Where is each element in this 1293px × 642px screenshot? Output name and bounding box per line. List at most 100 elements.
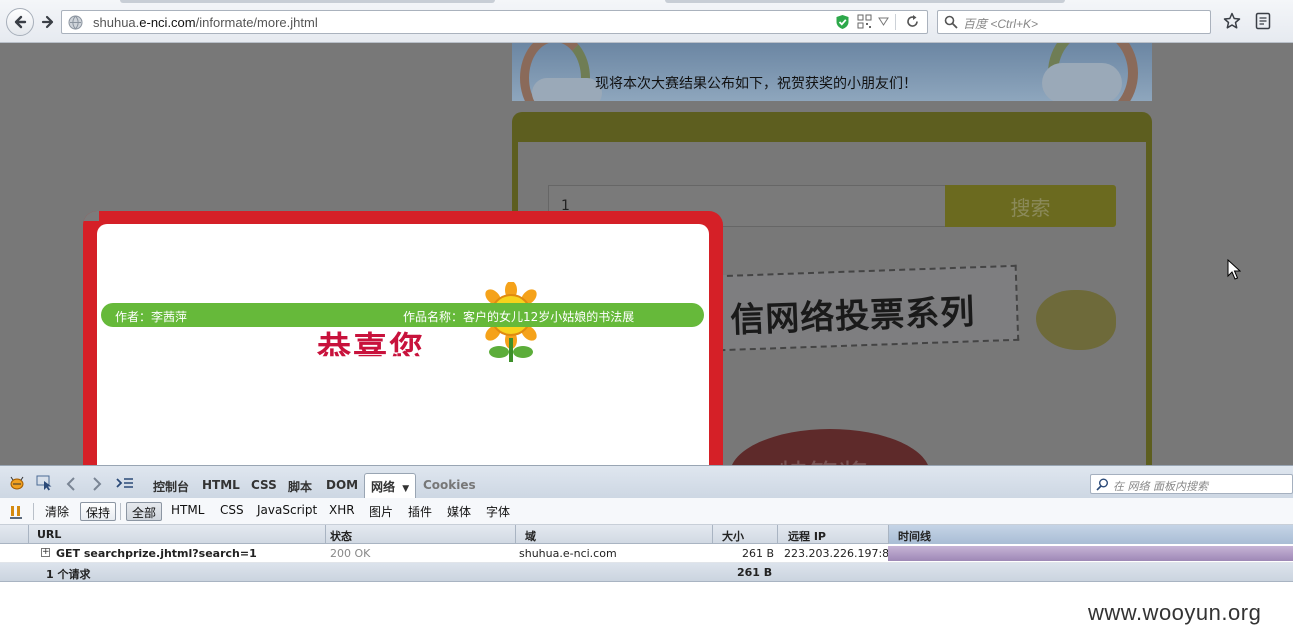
- results-notice: 现将本次大赛结果公布如下，祝贺获奖的小朋友们！: [595, 76, 917, 92]
- firebug-tab-bar: 控制台 HTML CSS 脚本 DOM 网络 ▼ Cookies 在 网络 面板…: [0, 465, 1293, 499]
- tab-strip: [0, 0, 1293, 3]
- author-label: 作者：李茜萍: [115, 310, 188, 324]
- timeline-bar: [888, 546, 1293, 561]
- toolbar-separator: [120, 503, 121, 520]
- vote-banner-text: 信网络投票系列: [729, 292, 976, 341]
- bird-illustration: [1036, 290, 1116, 350]
- search-bar[interactable]: 百度 <Ctrl+K>: [937, 10, 1211, 34]
- search-button[interactable]: 搜索: [945, 185, 1116, 227]
- request-url: GET searchprize.jhtml?search=1: [56, 547, 257, 560]
- reading-list-icon[interactable]: [1255, 12, 1271, 30]
- column-url[interactable]: URL: [37, 528, 61, 541]
- column-separator[interactable]: [325, 525, 326, 544]
- browser-tab[interactable]: [120, 0, 495, 3]
- congrats-modal: 恭喜您: [83, 211, 723, 467]
- qr-code-icon[interactable]: [857, 14, 872, 29]
- arrow-left-icon: [14, 15, 27, 29]
- expand-icon[interactable]: +: [41, 548, 50, 557]
- inspect-element-icon[interactable]: [36, 475, 54, 491]
- mouse-cursor-icon: [1227, 259, 1241, 280]
- browser-toolbar: shuhua.e-nci.com/informate/more.jhtml 百度…: [0, 0, 1293, 43]
- firebug-icon[interactable]: [9, 476, 25, 490]
- tab-script[interactable]: 脚本: [288, 478, 312, 495]
- reload-icon[interactable]: [905, 14, 920, 29]
- artwork-info-bar: 作者：李茜萍 作品名称：客户的女儿12岁小姑娘的书法展: [101, 303, 704, 327]
- column-domain[interactable]: 域: [525, 528, 536, 544]
- toolbar-separator: [33, 503, 34, 520]
- address-bar[interactable]: shuhua.e-nci.com/informate/more.jhtml: [61, 10, 928, 34]
- column-timeline[interactable]: 时间线: [898, 528, 931, 544]
- search-icon: [944, 15, 958, 29]
- dropdown-triangle-icon[interactable]: [878, 17, 889, 27]
- tab-console[interactable]: 控制台: [153, 478, 189, 495]
- filter-all-button[interactable]: 全部: [126, 502, 163, 521]
- request-size: 261 B: [742, 547, 775, 560]
- persist-button[interactable]: 保持: [80, 502, 117, 521]
- history-forward-icon[interactable]: [92, 477, 102, 491]
- tab-dom[interactable]: DOM: [326, 478, 358, 492]
- column-separator[interactable]: [888, 525, 889, 544]
- network-toolbar: 清除 保持 全部 HTML CSS JavaScript XHR 图片 插件 媒…: [0, 498, 1293, 525]
- tab-network[interactable]: 网络 ▼: [364, 473, 417, 499]
- table-row[interactable]: + GET searchprize.jhtml?search=1 200 OK …: [0, 544, 1293, 563]
- column-remote-ip[interactable]: 远程 IP: [788, 528, 826, 544]
- column-separator[interactable]: [28, 525, 29, 544]
- prize-label: 特等奖: [778, 451, 868, 465]
- request-count: 1 个请求: [46, 568, 91, 581]
- filter-plugins-button[interactable]: 插件: [403, 502, 437, 521]
- filter-media-button[interactable]: 媒体: [442, 502, 476, 521]
- column-size[interactable]: 大小: [722, 528, 744, 544]
- history-back-icon[interactable]: [66, 477, 76, 491]
- pause-icon[interactable]: [9, 504, 23, 520]
- clear-button[interactable]: 清除: [40, 502, 74, 521]
- total-size: 261 B: [737, 566, 773, 579]
- request-domain: shuhua.e-nci.com: [519, 547, 617, 560]
- filter-images-button[interactable]: 图片: [364, 502, 398, 521]
- panel-search-placeholder: 在 网络 面板内搜索: [1113, 480, 1208, 493]
- cloud-decoration: [1042, 63, 1122, 101]
- search-placeholder: 百度 <Ctrl+K>: [963, 17, 1039, 31]
- modal-corner: [83, 211, 99, 221]
- command-line-icon[interactable]: [116, 477, 134, 491]
- network-table-header: URL 状态 域 大小 远程 IP 时间线: [0, 525, 1293, 544]
- request-remote-ip: 223.203.226.197:80: [784, 547, 897, 560]
- tab-cookies[interactable]: Cookies: [423, 478, 476, 492]
- header-banner: 现将本次大赛结果公布如下，祝贺获奖的小朋友们！: [512, 43, 1152, 101]
- watermark: www.wooyun.org: [1088, 600, 1262, 625]
- tab-network-label: 网络: [371, 480, 396, 494]
- filter-xhr-button[interactable]: XHR: [324, 502, 360, 521]
- cloud-decoration: [532, 78, 602, 101]
- timeline-header-bg: [888, 525, 1293, 544]
- tab-css[interactable]: CSS: [251, 478, 277, 492]
- panel-search-input[interactable]: 在 网络 面板内搜索: [1090, 474, 1293, 494]
- chevron-down-icon[interactable]: ▼: [402, 484, 409, 494]
- forward-button[interactable]: [38, 12, 58, 32]
- column-separator[interactable]: [712, 525, 713, 544]
- browser-tab[interactable]: [665, 0, 1065, 3]
- column-separator[interactable]: [515, 525, 516, 544]
- column-separator[interactable]: [777, 525, 778, 544]
- column-status[interactable]: 状态: [330, 528, 352, 544]
- star-bookmark-icon[interactable]: [1223, 12, 1241, 30]
- congrats-modal-body: 恭喜您: [97, 224, 709, 467]
- vote-banner: 信网络投票系列: [716, 264, 1020, 352]
- filter-fonts-button[interactable]: 字体: [481, 502, 515, 521]
- request-status: 200 OK: [330, 547, 371, 560]
- network-summary-row: 1 个请求 261 B: [0, 563, 1293, 582]
- url-domain: e-nci.com: [139, 15, 196, 30]
- arrow-right-icon: [41, 15, 54, 29]
- search-icon: [1096, 478, 1108, 491]
- filter-html-button[interactable]: HTML: [166, 502, 209, 521]
- url-text[interactable]: shuhua.e-nci.com/informate/more.jhtml: [93, 15, 318, 30]
- shield-icon[interactable]: [835, 14, 850, 30]
- back-button[interactable]: [6, 8, 34, 36]
- tab-html[interactable]: HTML: [202, 478, 240, 492]
- globe-icon: [68, 15, 83, 30]
- prize-badge: 特等奖: [730, 429, 930, 465]
- url-prefix: shuhua.: [93, 15, 140, 30]
- congrats-text: 恭喜您: [317, 330, 425, 370]
- filter-javascript-button[interactable]: JavaScript: [252, 502, 322, 521]
- url-path: /informate/more.jhtml: [195, 15, 318, 30]
- work-title-label: 作品名称：客户的女儿12岁小姑娘的书法展: [403, 310, 635, 324]
- filter-css-button[interactable]: CSS: [215, 502, 249, 521]
